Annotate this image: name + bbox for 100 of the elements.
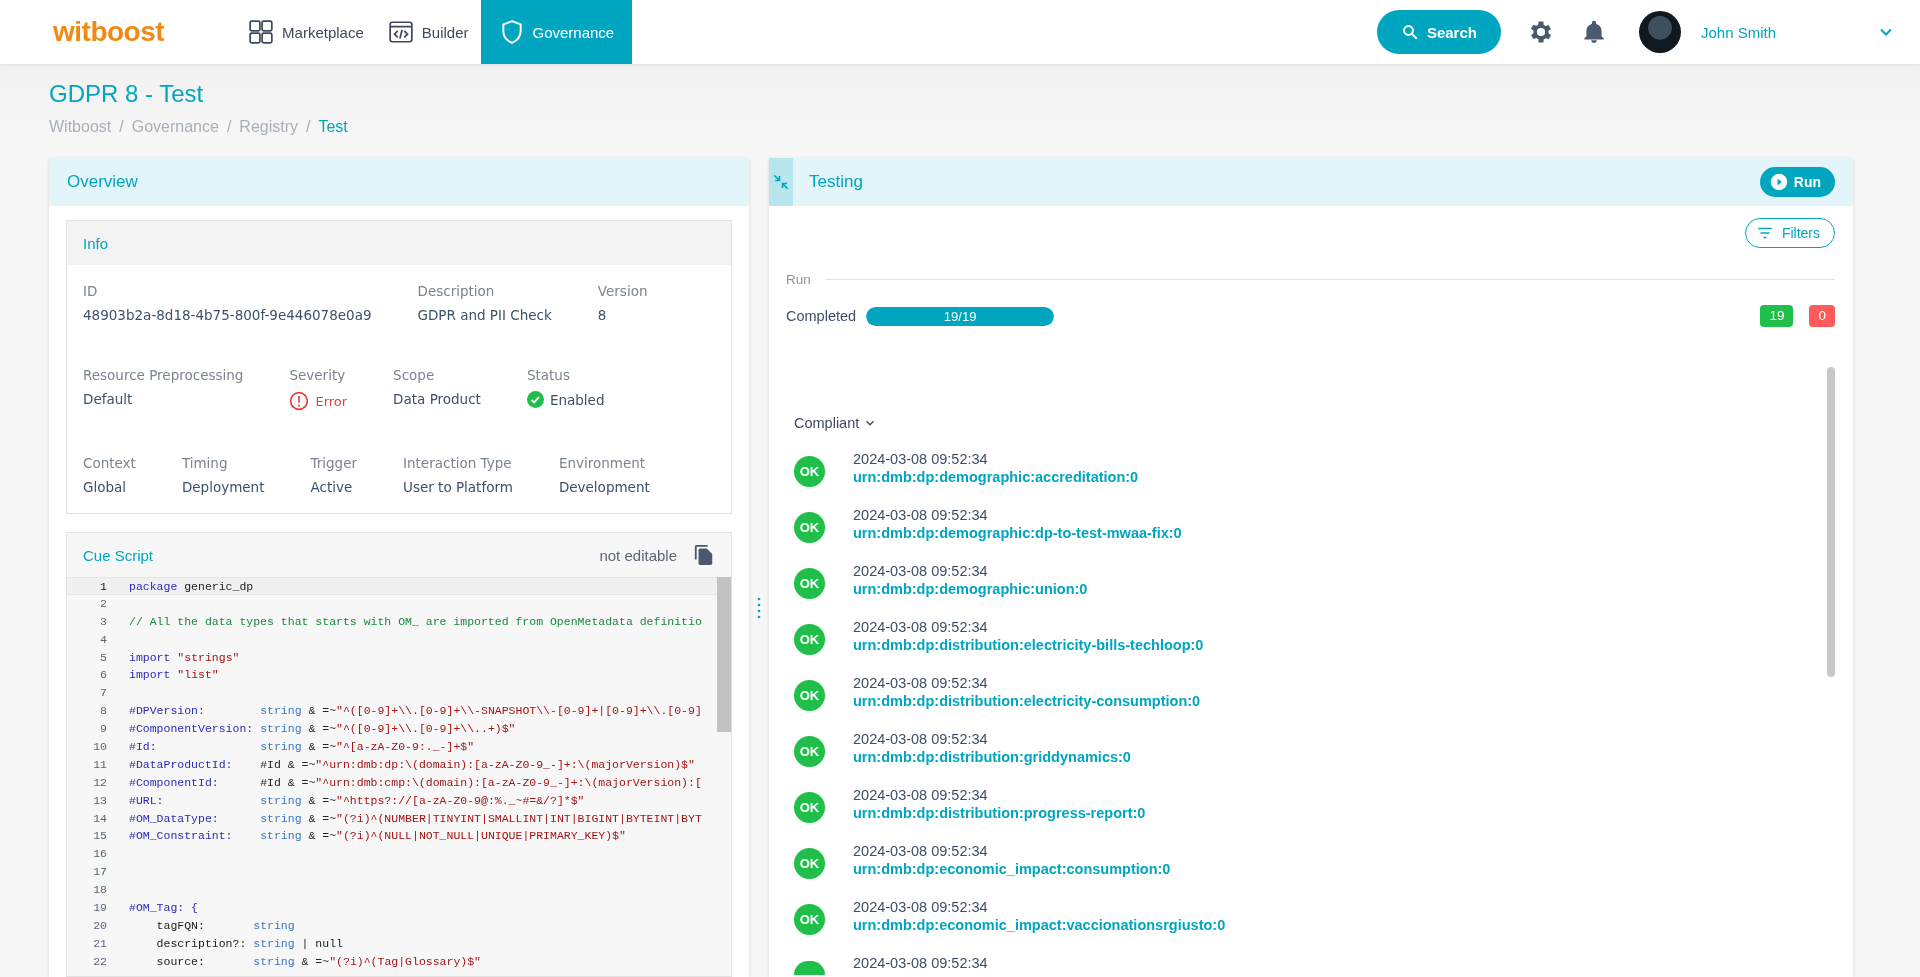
field-value: User to Platform [403,479,513,495]
resource-link[interactable]: urn:dmb:dp:distribution:griddynamics:0 [853,749,1131,765]
field-label: Description [417,283,496,299]
line-number: 17 [92,864,108,881]
page-title: GDPR 8 - Test [49,80,205,108]
field-value: Deployment [181,479,265,495]
nav-tab[interactable]: Governance [480,0,633,64]
code-line: tagFQN: string [155,917,295,934]
card-title: Cue Script [83,546,155,564]
resource-link[interactable]: urn:dmb:dp:distribution:progress-report:0 [853,805,1146,821]
field-label: Interaction Type [403,455,513,471]
resource-link[interactable]: urn:dmb:dp:distribution:electricity-consumption:0 [853,693,1201,709]
resource-link[interactable]: urn:dmb:dp:demographic:union:0 [853,581,1088,597]
line-number: 9 [99,721,108,738]
result-timestamp: 2024-03-08 09:52:34 [853,619,989,635]
line-number: 21 [92,935,108,952]
code-line: #OM_Tag: { [129,900,198,917]
result-timestamp: 2024-03-08 09:52:34 [853,899,989,915]
severity-value: Error [315,393,348,409]
status-badge: OK [794,847,825,879]
line-number: 5 [99,649,108,666]
code-line: #ComponentVersion: string & =~"^([0-9]+\\.[0-9]+\\..+)$" [129,721,516,738]
field-label: Scope [393,367,436,383]
panel-title: Overview [67,172,138,192]
status-value: Enabled [549,391,605,408]
run-button[interactable]: Run [1759,167,1835,197]
status-badge: OK [794,567,825,599]
resource-link[interactable]: urn:dmb:dp:demographic:dp-to-test-mwaa-fix:0 [853,525,1182,541]
field-label: Version [597,283,648,299]
result-timestamp: 2024-03-08 09:52:34 [853,955,988,971]
field-value: GDPR and PII Check [417,307,552,323]
field-label: Severity [289,367,347,383]
card-title: Info [83,234,109,252]
line-number: 22 [92,953,108,970]
section-label: Run [786,272,811,287]
field-label: Status [526,367,571,383]
result-timestamp: 2024-03-08 09:52:34 [853,675,989,691]
field-label: Timing [181,455,229,471]
resource-link[interactable]: urn:dmb:dp:economic_impact:consumption:0 [853,861,1171,877]
breadcrumb-link[interactable]: Witboost [49,118,112,136]
breadcrumb-link[interactable]: Registry [239,118,298,136]
group-dropdown[interactable]: Compliant [794,415,878,431]
passed-count: 19 [1760,305,1794,327]
field-value: Global [83,479,128,495]
line-number: 7 [99,685,108,702]
breadcrumb-separator: / [119,118,124,136]
code-line: source: string & =~"(?i)^(Tag|Glossary)$" [155,953,481,970]
line-number: 18 [92,882,108,899]
line-number: 10 [92,739,108,755]
field-value: Default [83,391,134,407]
result-timestamp: 2024-03-08 09:52:34 [853,787,989,803]
resource-link[interactable]: urn:dmb:dp:economic_impact:vaccionationsrgiusto:0 [853,917,1226,933]
line-number: 1 [99,579,108,594]
line-number: 14 [92,810,108,827]
line-number: 11 [92,756,108,773]
line-number: 6 [99,667,108,684]
status-badge: OK [794,511,825,543]
line-number: 12 [92,774,108,791]
progress-label: Completed [786,308,857,324]
code-line: #URL: string & =~"^https?://[a-zA-Z0-9@:%._~#=&/?]*$" [129,792,585,809]
breadcrumb-link[interactable]: Governance [131,118,219,136]
progress-text: 19/19 [942,307,978,326]
code-line: #Id: string & =~"^[a-zA-Z0-9:._-]+$" [129,739,475,755]
status-badge: OK [794,679,825,711]
result-timestamp: 2024-03-08 09:52:34 [853,507,989,523]
panel-title: Testing [809,172,863,192]
line-number: 13 [92,792,108,809]
field-value: Data Product [393,391,481,407]
code-line: #OM_Constraint: string & =~"(?i)^(NULL|NOT_NULL|UNIQUE|PRIMARY_KEY)$" [129,828,626,845]
logo[interactable]: witboost [53,16,165,48]
line-number: 8 [99,703,108,720]
user-name[interactable]: John Smith [1700,23,1776,41]
code-line: import "list" [129,667,219,684]
code-line: // All the data types that starts with OM_ are imported from OpenMetadata definitio [129,613,702,630]
breadcrumb-link[interactable]: Test [318,118,348,136]
failed-count: 0 [1809,305,1835,327]
nav-tab[interactable]: Marketplace [236,0,376,64]
result-timestamp: 2024-03-08 09:52:34 [853,451,989,467]
breadcrumb-separator: / [306,118,311,136]
nav-tab[interactable]: Builder [375,0,481,64]
filters-button[interactable]: Filters [1744,218,1835,248]
line-number: 4 [99,631,108,648]
field-value: Active [310,479,354,495]
field-label: ID [83,283,99,299]
status-badge: OK [794,791,825,823]
line-number: 19 [92,900,108,917]
field-label: Context [83,455,136,471]
code-line: #DPVersion: string & =~"^([0-9]+\\.[0-9]+\\-SNAPSHOT\\-[0-9]+|[0-9]+\\.[0-9] [129,703,702,720]
resource-link[interactable]: urn:dmb:dp:demographic:accreditation:0 [853,469,1139,485]
field-label: Trigger [310,455,358,471]
status-badge: OK [794,903,825,935]
code-line: #DataProductId: #Id & =~"^urn:dmb:dp:\(domain):[a-zA-Z0-9_-]+:\(majorVersion)$" [129,756,695,773]
field-label: Resource Preprocessing [83,367,244,383]
code-line: #OM_DataType: string & =~"(?i)^(NUMBER|TINYINT|SMALLINT|INT|BIGINT|BYTEINT|BYT [129,810,702,827]
status-badge: OK [794,623,825,655]
search-button[interactable]: Search [1376,10,1501,54]
line-number: 3 [99,613,108,630]
field-label: Environment [558,455,647,471]
line-number: 20 [92,917,108,934]
resource-link[interactable]: urn:dmb:dp:distribution:electricity-bills-techloop:0 [853,637,1204,653]
